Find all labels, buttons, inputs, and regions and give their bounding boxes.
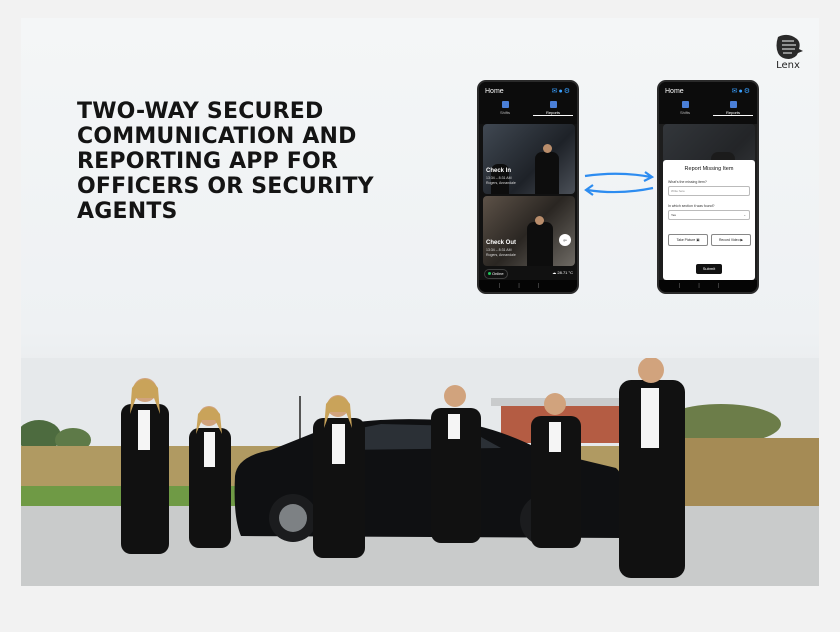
- missing-item-label: What's the missing item?: [668, 180, 707, 184]
- video-icon: ▶: [740, 238, 744, 242]
- security-agents-photo: [21, 358, 819, 586]
- tab-bar: Shifts Reports: [479, 99, 577, 121]
- two-way-arrows-icon: [584, 171, 655, 196]
- check-out-time: 13:34 – 8:31 AM: [486, 248, 512, 252]
- slide: TWO-WAY SECURED COMMUNICATION AND REPORT…: [21, 18, 819, 586]
- take-picture-button[interactable]: Take Picture ▣: [668, 234, 708, 246]
- report-missing-item-dialog: Report Missing Item What's the missing i…: [663, 160, 755, 280]
- agent-figure: [527, 222, 553, 266]
- submit-button[interactable]: Submit: [696, 264, 722, 274]
- check-in-time: 13:34 – 8:31 AM: [486, 176, 512, 180]
- check-out-location: Rogers, Annandale: [486, 253, 516, 257]
- online-badge[interactable]: Online: [484, 269, 508, 279]
- shifts-icon: [501, 101, 509, 108]
- chevron-down-icon: ⌄: [743, 213, 746, 217]
- tab-bar: Shifts Reports: [659, 99, 757, 121]
- reports-icon: [729, 101, 737, 108]
- tab-shifts[interactable]: Shifts: [665, 101, 705, 115]
- online-dot-icon: [488, 272, 491, 275]
- check-out-title: Check Out: [486, 240, 517, 246]
- shifts-icon: [681, 101, 689, 108]
- record-video-button[interactable]: Record Video ▶: [711, 234, 751, 246]
- tab-reports[interactable]: Reports: [533, 101, 573, 116]
- tab-reports[interactable]: Reports: [713, 101, 753, 116]
- lion-logo-icon: [776, 34, 803, 59]
- android-nav-bar[interactable]: ||| □ <: [479, 280, 577, 292]
- go-button[interactable]: go: [559, 234, 571, 246]
- section-label: In which section it was found?: [668, 204, 715, 208]
- headline: TWO-WAY SECURED COMMUNICATION AND REPORT…: [77, 99, 374, 224]
- check-in-title: Check In: [486, 168, 512, 174]
- phone-report-screen: Home ✉●⚙ Shifts Reports Report Missing I…: [657, 80, 759, 294]
- app-header: Home ✉●⚙ Shifts Reports: [659, 82, 757, 124]
- app-header: Home ✉●⚙ Shifts Reports: [479, 82, 577, 124]
- android-nav-bar[interactable]: ||| □ <: [659, 280, 757, 292]
- header-icons[interactable]: ✉●⚙: [552, 87, 571, 95]
- check-in-card[interactable]: Check In 13:34 – 8:31 AM Rogers, Annanda…: [483, 124, 575, 194]
- agent-head: [535, 216, 544, 225]
- agent-head: [543, 144, 552, 153]
- agent-figure: [535, 152, 559, 194]
- status-bar: Online ☁ 28.71 °C: [479, 268, 577, 280]
- lenx-logo: Lenx: [770, 33, 806, 71]
- app-title: Home: [485, 88, 504, 95]
- tab-shifts[interactable]: Shifts: [485, 101, 525, 115]
- logo-text: Lenx: [776, 60, 800, 71]
- page-frame: TWO-WAY SECURED COMMUNICATION AND REPORT…: [0, 0, 840, 632]
- section-select[interactable]: Yes ⌄: [668, 210, 750, 220]
- camera-icon: ▣: [696, 238, 700, 242]
- check-in-location: Rogers, Annandale: [486, 181, 516, 185]
- reports-icon: [549, 101, 557, 108]
- check-out-card[interactable]: go Check Out 13:34 – 8:31 AM Rogers, Ann…: [483, 196, 575, 266]
- header-icons[interactable]: ✉●⚙: [732, 87, 751, 95]
- weather-readout: ☁ 28.71 °C: [552, 270, 573, 275]
- missing-item-input[interactable]: Write here: [668, 186, 750, 196]
- phone-home-screen: Home ✉●⚙ Shifts Reports Check In 13:34 –…: [477, 80, 579, 294]
- dialog-title: Report Missing Item: [684, 166, 734, 172]
- app-title: Home: [665, 88, 684, 95]
